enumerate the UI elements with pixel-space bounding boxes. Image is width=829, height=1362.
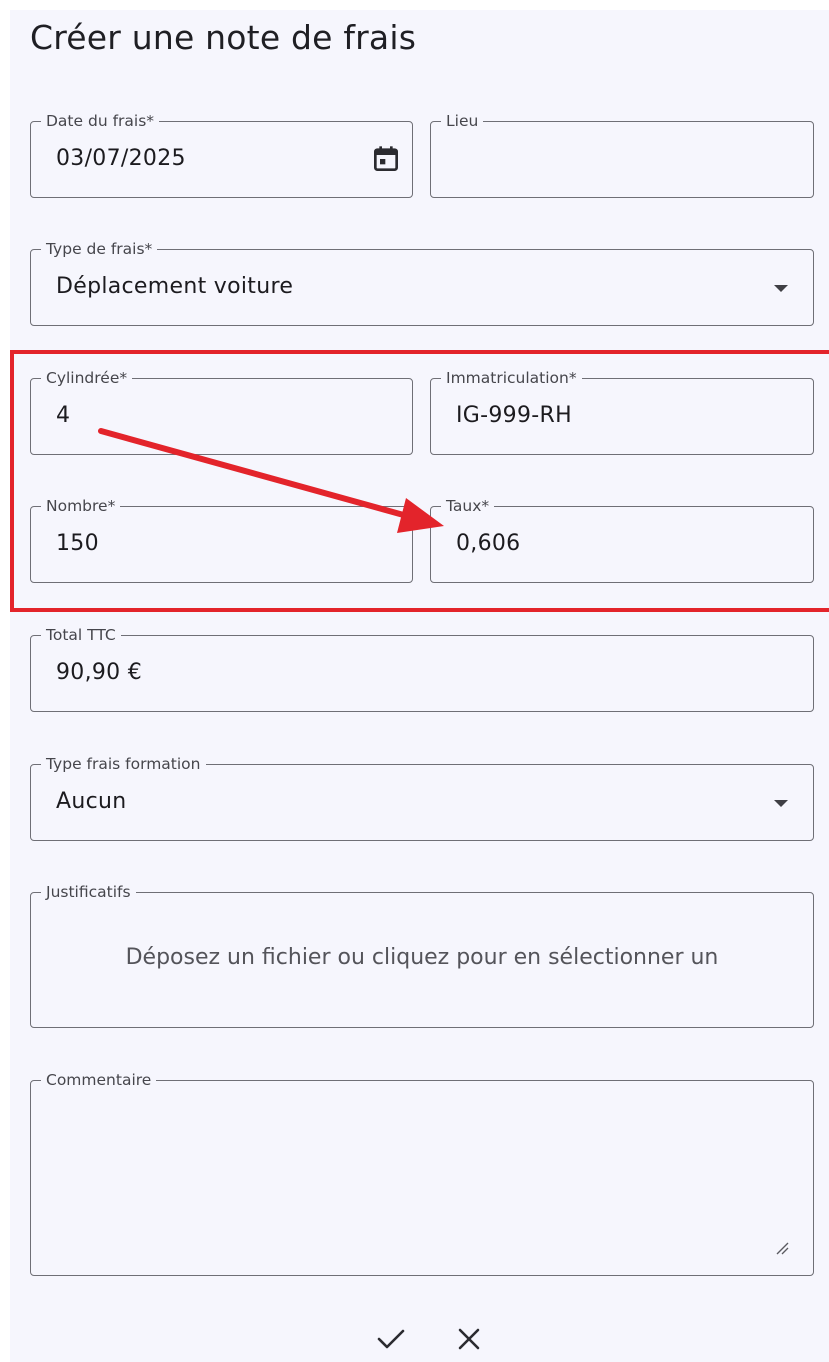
taux-field[interactable]: Taux* 0,606 [430, 496, 814, 583]
lieu-field[interactable]: Lieu [430, 111, 814, 198]
immatriculation-value[interactable]: IG-999-RH [456, 401, 572, 431]
dropzone-placeholder: Déposez un fichier ou cliquez pour en sé… [125, 945, 719, 970]
taux-value[interactable]: 0,606 [456, 529, 520, 559]
cylindree-field[interactable]: Cylindrée* 4 [30, 368, 413, 455]
date-field[interactable]: Date du frais* 03/07/2025 [30, 111, 413, 198]
total-ttc-value: 90,90 € [56, 660, 143, 685]
close-icon[interactable] [449, 1322, 489, 1356]
nombre-label: Nombre* [41, 496, 121, 516]
type-frais-formation-label: Type frais formation [41, 754, 206, 774]
type-frais-select[interactable]: Type de frais* Déplacement voiture [30, 239, 814, 326]
type-frais-formation-select[interactable]: Type frais formation Aucun [30, 754, 814, 841]
justificatifs-label: Justificatifs [41, 882, 136, 902]
page-title: Créer une note de frais [30, 18, 417, 57]
resize-grip-icon[interactable] [775, 1241, 789, 1255]
justificatifs-dropzone[interactable]: Justificatifs Déposez un fichier ou cliq… [30, 882, 814, 1028]
type-frais-formation-value: Aucun [56, 789, 127, 814]
nombre-field[interactable]: Nombre* 150 [30, 496, 413, 583]
calendar-icon[interactable] [370, 143, 402, 175]
type-frais-value: Déplacement voiture [56, 274, 294, 299]
commentaire-label: Commentaire [41, 1070, 157, 1090]
caret-down-icon[interactable] [774, 285, 788, 292]
taux-label: Taux* [441, 496, 495, 516]
immatriculation-label: Immatriculation* [441, 368, 582, 388]
commentaire-textarea[interactable]: Commentaire [30, 1070, 814, 1276]
lieu-field-label: Lieu [441, 111, 484, 131]
immatriculation-field[interactable]: Immatriculation* IG-999-RH [430, 368, 814, 455]
cylindree-label: Cylindrée* [41, 368, 133, 388]
total-ttc-label: Total TTC [41, 625, 121, 645]
check-icon[interactable] [371, 1322, 411, 1356]
caret-down-icon[interactable] [774, 800, 788, 807]
date-field-label: Date du frais* [41, 111, 160, 131]
total-ttc-field[interactable]: Total TTC 90,90 € [30, 625, 814, 712]
date-value[interactable]: 03/07/2025 [56, 144, 186, 174]
cylindree-value[interactable]: 4 [56, 401, 70, 431]
nombre-value[interactable]: 150 [56, 529, 99, 559]
type-frais-label: Type de frais* [41, 239, 158, 259]
